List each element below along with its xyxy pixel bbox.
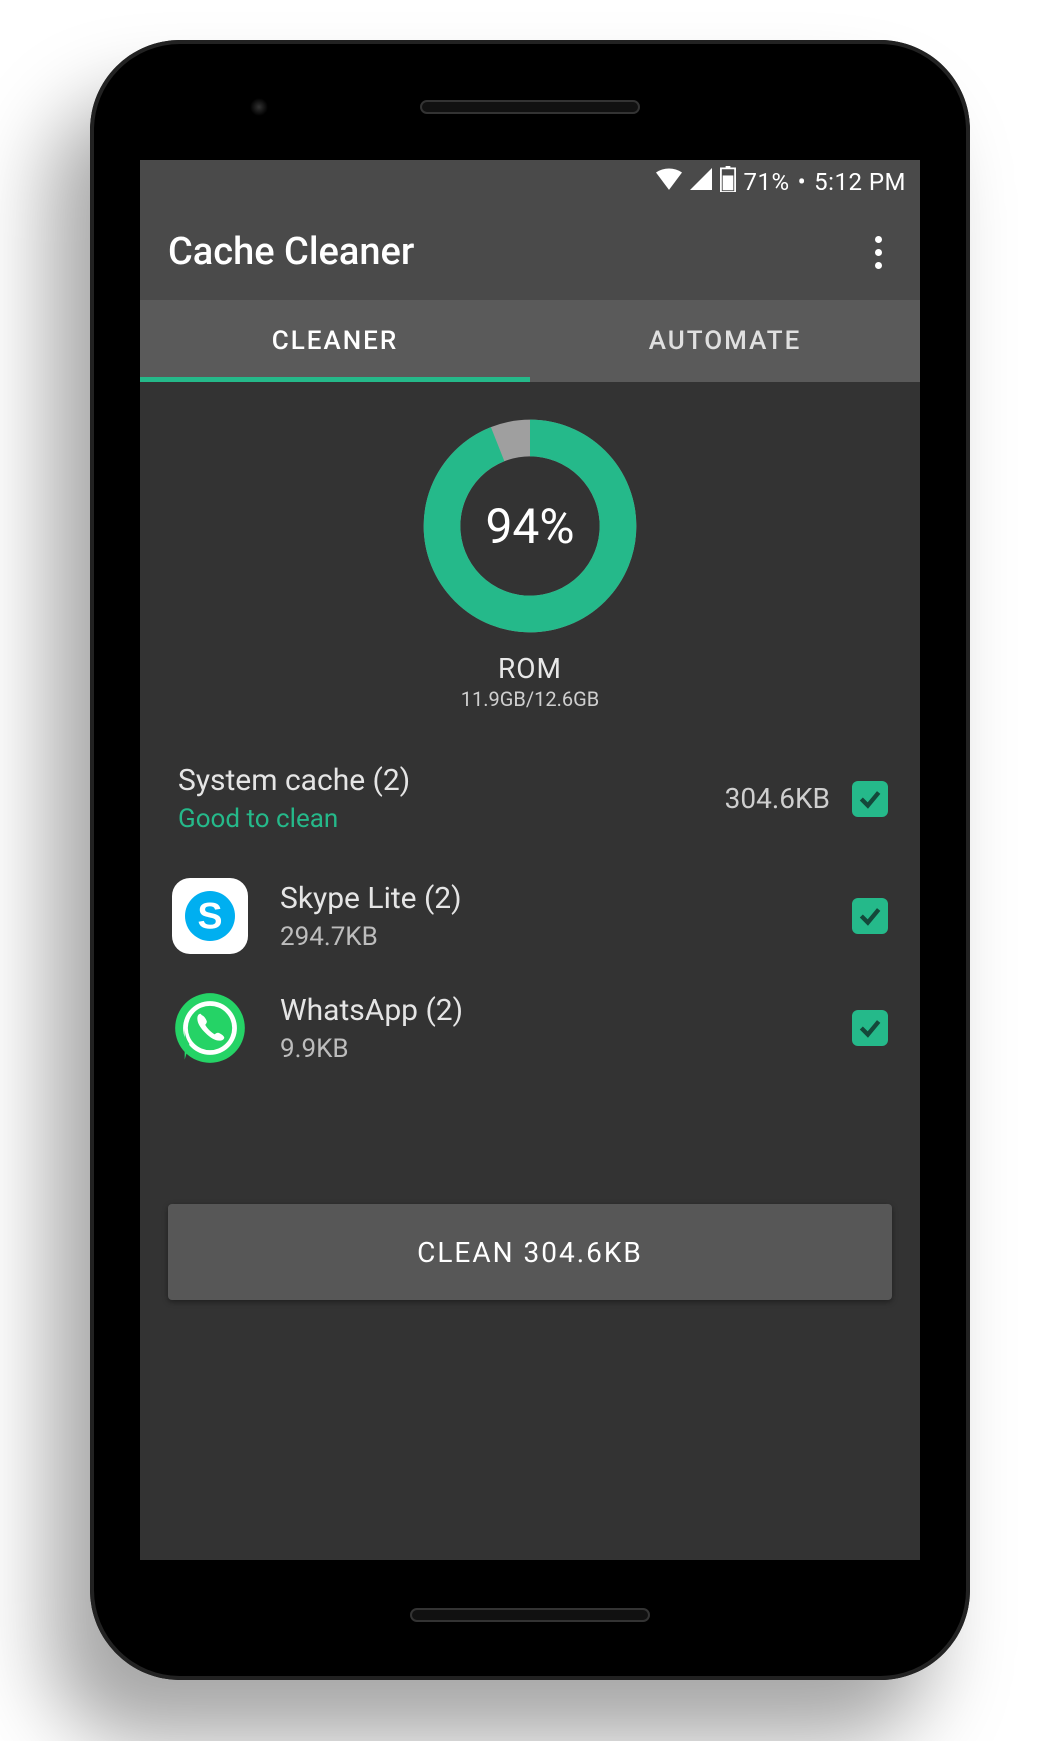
storage-percent: 94%	[420, 416, 640, 636]
main-content: 94% ROM 11.9GB/12.6GB System cache (2) G…	[140, 382, 920, 1300]
whatsapp-icon	[172, 990, 248, 1066]
tab-automate-label: AUTOMATE	[649, 326, 802, 356]
cell-signal-icon	[690, 168, 712, 196]
app-checkbox-whatsapp[interactable]	[852, 1010, 888, 1046]
app-bar: Cache Cleaner	[140, 204, 920, 300]
tab-bar: CLEANER AUTOMATE	[140, 300, 920, 382]
screen: 71% • 5:12 PM Cache Cleaner CLEANER AUTO…	[140, 160, 920, 1560]
storage-ring-section: 94% ROM 11.9GB/12.6GB	[140, 402, 920, 745]
app-size: 294.7KB	[280, 922, 852, 952]
tab-cleaner[interactable]: CLEANER	[140, 300, 530, 382]
tab-cleaner-label: CLEANER	[272, 326, 398, 356]
tab-automate[interactable]: AUTOMATE	[530, 300, 920, 382]
app-name: WhatsApp (2)	[280, 993, 852, 1028]
skype-icon: S	[172, 878, 248, 954]
app-row-skype[interactable]: S Skype Lite (2) 294.7KB	[140, 860, 920, 972]
storage-title: ROM	[498, 652, 562, 685]
overflow-menu-icon[interactable]	[865, 226, 892, 279]
system-cache-checkbox[interactable]	[852, 781, 888, 817]
app-row-whatsapp[interactable]: WhatsApp (2) 9.9KB	[140, 972, 920, 1084]
clean-button-label: CLEAN 304.6KB	[417, 1236, 643, 1269]
battery-icon	[720, 166, 736, 198]
app-size: 9.9KB	[280, 1034, 852, 1064]
status-dot: •	[798, 168, 807, 196]
storage-detail: 11.9GB/12.6GB	[461, 687, 599, 711]
battery-percent: 71%	[744, 168, 790, 196]
app-checkbox-skype[interactable]	[852, 898, 888, 934]
clock: 5:12 PM	[814, 168, 906, 196]
system-cache-title: System cache (2)	[178, 763, 725, 798]
earpiece-speaker	[420, 100, 640, 114]
app-name: Skype Lite (2)	[280, 881, 852, 916]
status-bar: 71% • 5:12 PM	[140, 160, 920, 204]
system-cache-row[interactable]: System cache (2) Good to clean 304.6KB	[140, 745, 920, 860]
storage-ring: 94%	[420, 416, 640, 636]
clean-button[interactable]: CLEAN 304.6KB	[168, 1204, 892, 1300]
system-cache-hint: Good to clean	[178, 804, 725, 834]
front-camera	[250, 98, 268, 116]
svg-text:S: S	[197, 895, 222, 937]
phone-frame: 71% • 5:12 PM Cache Cleaner CLEANER AUTO…	[90, 40, 970, 1680]
app-title: Cache Cleaner	[168, 230, 865, 274]
system-cache-size: 304.6KB	[725, 782, 830, 815]
phone-inner: 71% • 5:12 PM Cache Cleaner CLEANER AUTO…	[110, 60, 950, 1660]
wifi-icon	[656, 168, 682, 196]
bottom-speaker	[410, 1608, 650, 1622]
